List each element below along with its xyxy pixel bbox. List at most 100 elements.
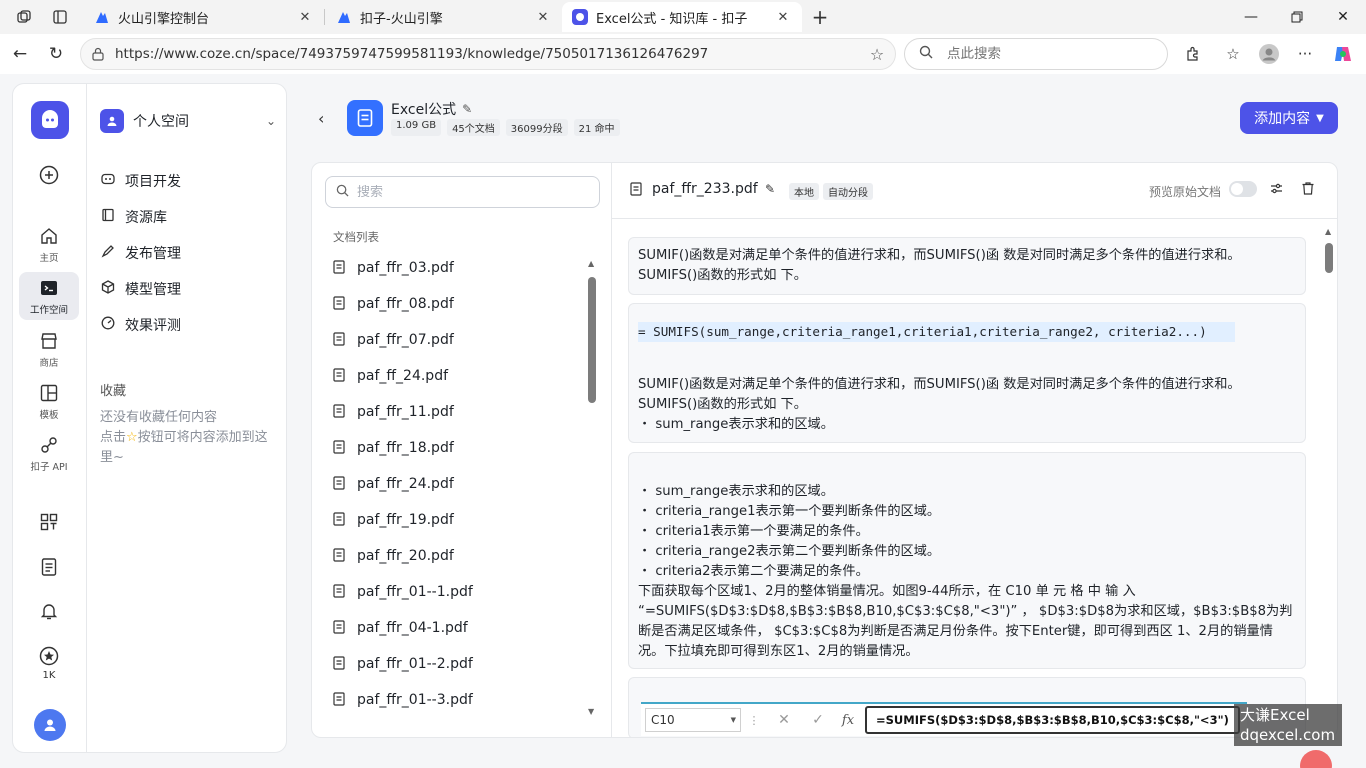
file-icon — [333, 439, 347, 457]
hit-count-badge: 21 命中 — [573, 119, 620, 136]
browser-tab-coze-volcengine[interactable]: 扣子-火山引擎 ✕ — [326, 2, 562, 32]
notification-bell-icon[interactable] — [19, 600, 79, 622]
close-icon[interactable]: ✕ — [534, 8, 552, 26]
document-view: paf_ffr_233.pdf ✎ 本地 自动分段 预览原始文档 SUMIF()… — [612, 163, 1337, 737]
doc-list-item[interactable]: paf_ff_24.pdf — [333, 361, 583, 391]
doc-list-item[interactable]: paf_ffr_24.pdf — [333, 469, 583, 499]
doc-list-item[interactable]: paf_ffr_08.pdf — [333, 289, 583, 319]
document-list-column: 文档列表 paf_ffr_03.pdf paf_ffr_08.pdf paf_ffr… — [312, 163, 612, 737]
edit-icon[interactable]: ✎ — [462, 102, 472, 116]
rail-item-workspace[interactable]: 工作空间 — [19, 272, 79, 320]
segment-card[interactable]: ・ sum_range表示求和的区域。 ・ criteria_range1表示第… — [628, 452, 1306, 669]
favorites-icon[interactable]: ☆ — [1222, 43, 1244, 65]
preview-original-toggle[interactable] — [1229, 181, 1257, 197]
document-scrollbar[interactable]: ▲ — [1324, 227, 1334, 735]
doc-list-item[interactable]: paf_ffr_03.pdf — [333, 253, 583, 283]
copilot-icon[interactable] — [1332, 43, 1354, 65]
browser-search-box[interactable] — [904, 38, 1168, 70]
watermark: 大谦Excel dqexcel.com — [1234, 704, 1342, 746]
favorite-star-icon[interactable]: ☆ — [859, 45, 895, 64]
extensions-icon[interactable] — [1182, 43, 1204, 65]
segment-bullet: ・ criteria_range2表示第二个要判断条件的区域。 — [638, 544, 941, 559]
space-selector[interactable]: 个人空间 ⌄ — [100, 107, 276, 135]
scroll-down-icon[interactable]: ▼ — [588, 707, 594, 716]
nav-item-evaluation[interactable]: 效果评测 — [100, 310, 276, 340]
more-menu-icon[interactable]: ··· — [1294, 43, 1316, 65]
browser-tab-excel-knowledge[interactable]: Excel公式 - 知识库 - 扣子 ✕ — [562, 2, 802, 32]
close-icon[interactable]: ✕ — [774, 8, 792, 26]
source-tag: 本地 — [789, 183, 819, 200]
doc-list-item[interactable]: paf_ffr_11.pdf — [333, 397, 583, 427]
scroll-up-icon[interactable]: ▲ — [1325, 227, 1331, 236]
file-icon — [333, 655, 347, 673]
doc-list-item[interactable]: paf_ffr_07.pdf — [333, 325, 583, 355]
minimize-icon[interactable]: — — [1228, 4, 1274, 30]
scroll-thumb[interactable] — [1325, 243, 1333, 273]
rail-label: 主页 — [39, 253, 59, 264]
rail-item-api[interactable]: 扣子 API — [19, 434, 79, 473]
browser-search-input[interactable] — [947, 46, 1127, 62]
doc-search-input[interactable] — [357, 184, 577, 200]
doc-list-item[interactable]: paf_ffr_01--1.pdf — [333, 577, 583, 607]
scroll-up-icon[interactable]: ▲ — [588, 259, 594, 268]
doc-search-box[interactable] — [325, 176, 600, 208]
rail-item-star[interactable]: 1K — [19, 645, 79, 681]
rail-item-template[interactable]: 模板 — [19, 382, 79, 421]
rail-item-home[interactable]: 主页 — [19, 225, 79, 264]
profile-avatar-icon[interactable] — [1258, 43, 1280, 65]
doc-list-item[interactable]: paf_ffr_18.pdf — [333, 433, 583, 463]
watermark-line: 大谦Excel — [1240, 706, 1310, 724]
reload-icon[interactable]: ↻ — [44, 42, 68, 66]
doc-list-item-label: paf_ffr_07.pdf — [357, 332, 454, 348]
delete-icon[interactable] — [1302, 182, 1314, 199]
url-field[interactable]: https://www.coze.cn/space/74937597475995… — [80, 38, 896, 70]
site-info-icon[interactable] — [81, 47, 115, 61]
rail-item-store[interactable]: 商店 — [19, 330, 79, 369]
coze-logo-icon — [572, 9, 588, 25]
edit-icon[interactable]: ✎ — [765, 182, 775, 196]
doc-list-item[interactable]: paf_ffr_19.pdf — [333, 505, 583, 535]
chevron-down-icon: ▼ — [1316, 112, 1324, 124]
search-icon — [336, 184, 349, 201]
restore-icon[interactable] — [1274, 4, 1320, 30]
settings-sliders-icon[interactable] — [1270, 182, 1283, 199]
close-icon[interactable]: ✕ — [296, 8, 314, 26]
address-bar: ← ↻ https://www.coze.cn/space/7493759747… — [0, 34, 1366, 74]
segment-card-image[interactable]: C10 ▼ ⋮ ✕ ✓ fx =SUMIFS($D$3:$D$8,$B$3:$B… — [628, 677, 1306, 737]
nav-item-models[interactable]: 模型管理 — [100, 274, 276, 304]
knowledge-doc-icon — [347, 100, 383, 136]
browser-tab-volcengine-console[interactable]: 火山引擎控制台 ✕ — [84, 2, 324, 32]
user-avatar[interactable] — [34, 709, 66, 741]
doc-list-scrollbar[interactable]: ▲ ▼ — [588, 259, 596, 716]
segment-card[interactable]: SUMIF()函数是对满足单个条件的值进行求和，而SUMIFS()函 数是对同时… — [628, 237, 1306, 295]
nav-item-project-dev[interactable]: 项目开发 — [100, 166, 276, 196]
nav-item-publish[interactable]: 发布管理 — [100, 238, 276, 268]
back-icon[interactable]: ← — [8, 42, 32, 66]
segment-bullet: ・ criteria1表示第一个要满足的条件。 — [638, 524, 869, 539]
doc-list-item[interactable]: paf_ffr_01--2.pdf — [333, 649, 583, 679]
doc-list-item[interactable]: paf_ffr_04-1.pdf — [333, 613, 583, 643]
new-tab-icon[interactable]: + — [810, 5, 830, 29]
scroll-thumb[interactable] — [588, 277, 596, 403]
back-chevron-icon[interactable]: ‹ — [318, 109, 324, 128]
apps-grid-icon[interactable] — [19, 511, 79, 533]
workspaces-icon[interactable] — [14, 7, 34, 27]
file-icon — [333, 367, 347, 385]
doc-list-item[interactable]: paf_ffr_01--3.pdf — [333, 685, 583, 715]
segment-text: SUMIF()函数是对满足单个条件的值进行求和，而SUMIFS()函 数是对同时… — [638, 248, 1241, 283]
docs-icon[interactable] — [19, 556, 79, 578]
volcengine-logo-icon — [94, 9, 110, 25]
nav-item-resources[interactable]: 资源库 — [100, 202, 276, 232]
watermark-line: dqexcel.com — [1240, 726, 1336, 744]
add-content-button[interactable]: 添加内容 ▼ — [1240, 102, 1338, 134]
rail-label: 工作空间 — [29, 305, 68, 316]
close-window-icon[interactable]: ✕ — [1320, 4, 1366, 30]
tab-actions-icon[interactable] — [50, 7, 70, 27]
create-icon[interactable] — [19, 164, 79, 186]
doc-list-item[interactable]: paf_ffr_20.pdf — [333, 541, 583, 571]
file-icon — [333, 583, 347, 601]
doc-list-item-label: paf_ffr_19.pdf — [357, 512, 454, 528]
segment-card[interactable]: = SUMIFS(sum_range,criteria_range1,crite… — [628, 303, 1306, 443]
star-count: 1K — [42, 670, 56, 681]
coze-logo-icon[interactable] — [31, 101, 69, 139]
